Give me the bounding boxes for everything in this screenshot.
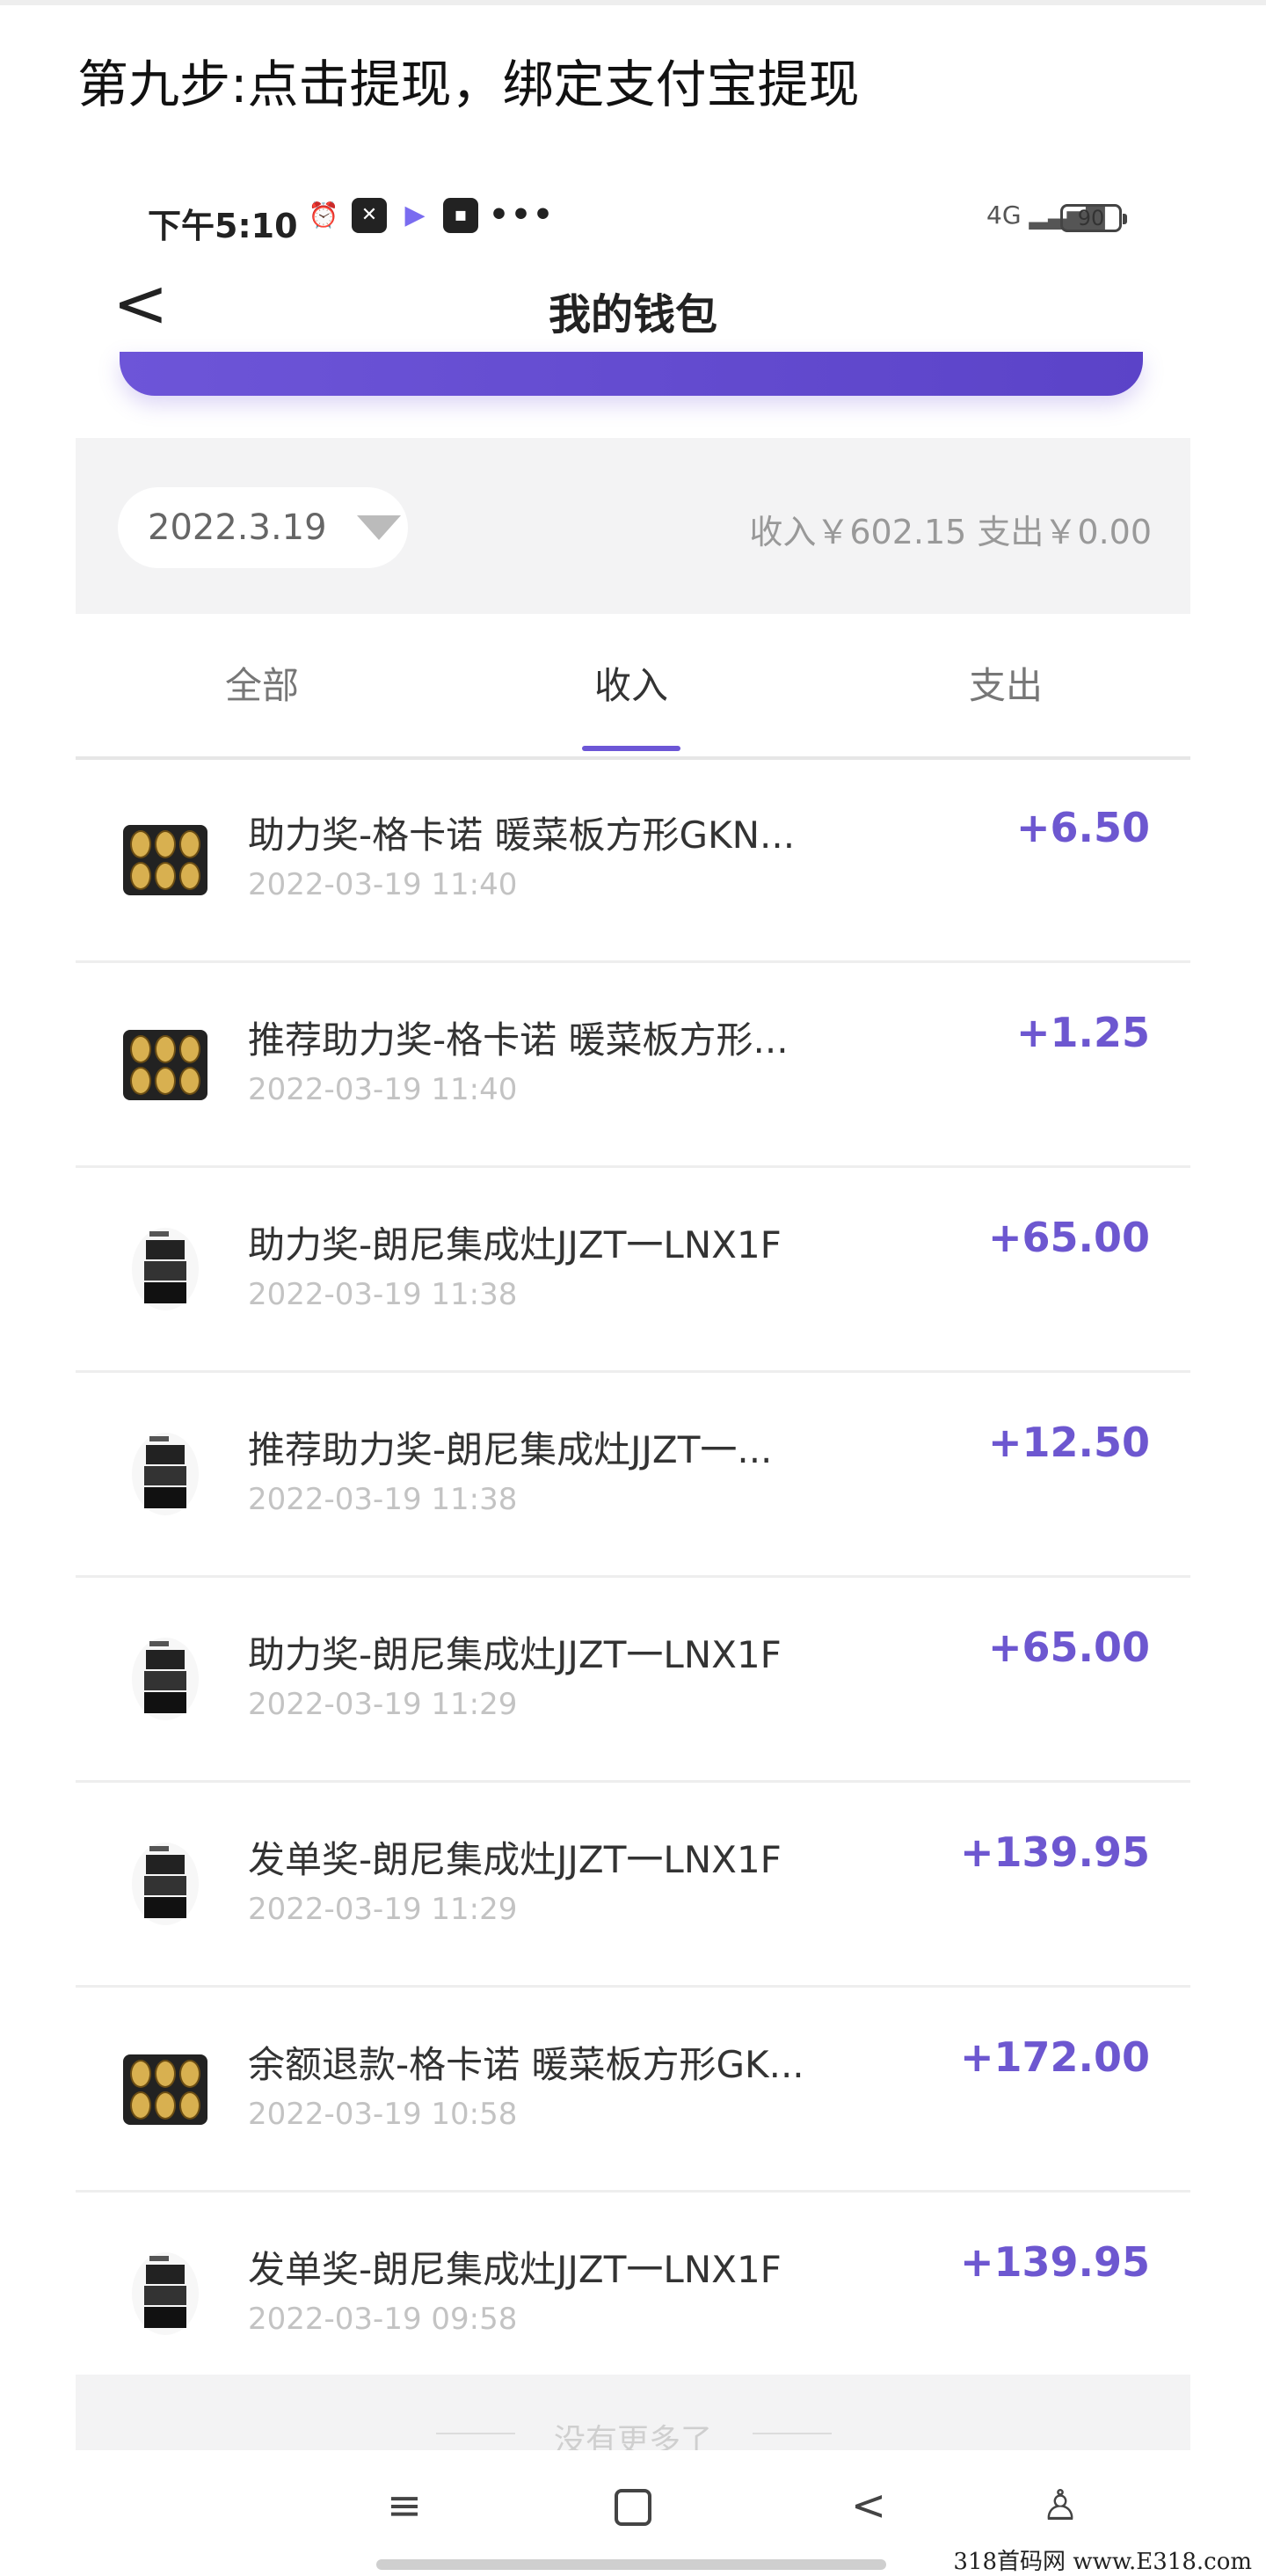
transaction-list: 助力奖-格卡诺 暖菜板方形GKN... 2022-03-19 11:40 +6.… <box>76 758 1190 2395</box>
transaction-time: 2022-03-19 11:38 <box>248 1482 518 1517</box>
transaction-amount: +65.00 <box>987 1624 1150 1671</box>
transaction-amount: +12.50 <box>987 1419 1150 1466</box>
stove-thumbnail <box>120 1427 211 1519</box>
transaction-time: 2022-03-19 10:58 <box>248 2097 518 2132</box>
transaction-row[interactable]: 助力奖-格卡诺 暖菜板方形GKN... 2022-03-19 11:40 +6.… <box>76 758 1190 963</box>
app2-icon: ▪ <box>443 197 478 233</box>
transaction-amount: +139.95 <box>959 2238 1150 2286</box>
battery-icon: 90 <box>1060 204 1127 232</box>
tab-expense[interactable]: 支出 <box>969 656 1043 710</box>
transaction-title: 推荐助力奖-格卡诺 暖菜板方形... <box>248 1018 789 1062</box>
home-icon <box>615 2489 651 2526</box>
warming-plate-thumbnail <box>120 1018 211 1109</box>
stove-thumbnail <box>120 2247 211 2339</box>
transaction-title: 助力奖-朗尼集成灶JJZT一LNX1F <box>248 1633 782 1676</box>
date-value: 2022.3.19 <box>148 507 327 548</box>
menu-icon[interactable]: ≡ <box>369 2475 440 2536</box>
alarm-icon: ⏰ <box>308 201 339 230</box>
dropdown-triangle-icon <box>356 515 401 540</box>
step-caption: 第九步:点击提现，绑定支付宝提现 <box>77 55 860 114</box>
income-expense-summary: 收入￥602.15 支出￥0.00 <box>749 513 1152 551</box>
transaction-row[interactable]: 余额退款-格卡诺 暖菜板方形GK... 2022-03-19 10:58 +17… <box>76 1988 1190 2193</box>
status-time: 下午5:10 <box>148 207 298 245</box>
transaction-title: 助力奖-朗尼集成灶JJZT一LNX1F <box>248 1223 782 1266</box>
end-of-list-bar: 没有更多了 <box>76 2375 1190 2459</box>
tab-income[interactable]: 收入 <box>594 656 668 710</box>
tab-bar: 全部 收入 支出 <box>76 614 1190 760</box>
transaction-row[interactable]: 助力奖-朗尼集成灶JJZT一LNX1F 2022-03-19 11:38 +65… <box>76 1168 1190 1373</box>
transaction-row[interactable]: 推荐助力奖-格卡诺 暖菜板方形... 2022-03-19 11:40 +1.2… <box>76 963 1190 1168</box>
transaction-title: 发单奖-朗尼集成灶JJZT一LNX1F <box>248 1838 782 1881</box>
transaction-title: 推荐助力奖-朗尼集成灶JJZT一... <box>248 1428 773 1471</box>
transaction-amount: +139.95 <box>959 1828 1150 1876</box>
tab-all[interactable]: 全部 <box>225 656 299 710</box>
gesture-bar[interactable] <box>376 2559 886 2570</box>
transaction-row[interactable]: 推荐助力奖-朗尼集成灶JJZT一... 2022-03-19 11:38 +12… <box>76 1373 1190 1578</box>
transaction-amount: +172.00 <box>959 2033 1150 2081</box>
status-icons: ⏰ ✕ ▶ ▪ ••• <box>306 197 555 233</box>
transaction-time: 2022-03-19 11:40 <box>248 1072 518 1107</box>
transaction-time: 2022-03-19 11:38 <box>248 1277 518 1312</box>
transaction-time: 2022-03-19 11:29 <box>248 1892 518 1927</box>
transaction-time: 2022-03-19 11:40 <box>248 867 518 902</box>
warming-plate-thumbnail <box>120 2042 211 2134</box>
watermark: 318首码网 www.E318.com <box>953 2549 1252 2575</box>
stove-thumbnail <box>120 1222 211 1314</box>
back-nav-icon[interactable]: < <box>833 2475 904 2536</box>
stove-thumbnail <box>120 1632 211 1724</box>
stove-thumbnail <box>120 1837 211 1929</box>
transaction-time: 2022-03-19 09:58 <box>248 2302 518 2337</box>
active-tab-indicator <box>582 746 680 751</box>
transaction-amount: +65.00 <box>987 1214 1150 1261</box>
filter-bar: 2022.3.19 收入￥602.15 支出￥0.00 <box>76 438 1190 614</box>
play-icon: ▶ <box>404 200 426 230</box>
transaction-amount: +6.50 <box>1015 804 1150 851</box>
transaction-title: 余额退款-格卡诺 暖菜板方形GK... <box>248 2043 804 2086</box>
transaction-amount: +1.25 <box>1015 1009 1150 1056</box>
wallet-card <box>120 352 1143 396</box>
transaction-title: 助力奖-格卡诺 暖菜板方形GKN... <box>248 814 796 857</box>
transaction-row[interactable]: 助力奖-朗尼集成灶JJZT一LNX1F 2022-03-19 11:29 +65… <box>76 1578 1190 1783</box>
date-picker[interactable]: 2022.3.19 <box>118 487 408 568</box>
app-icon: ✕ <box>352 197 387 233</box>
transaction-row[interactable]: 发单奖-朗尼集成灶JJZT一LNX1F 2022-03-19 09:58 +13… <box>76 2193 1190 2395</box>
transaction-title: 发单奖-朗尼集成灶JJZT一LNX1F <box>248 2248 782 2291</box>
transaction-row[interactable]: 发单奖-朗尼集成灶JJZT一LNX1F 2022-03-19 11:29 +13… <box>76 1783 1190 1988</box>
accessibility-icon[interactable]: ♙ <box>1025 2475 1095 2536</box>
home-button[interactable] <box>598 2475 668 2536</box>
warming-plate-thumbnail <box>120 813 211 904</box>
transaction-time: 2022-03-19 11:29 <box>248 1687 518 1722</box>
divider-line <box>753 2433 832 2434</box>
page-title: 我的钱包 <box>548 290 717 339</box>
more-notifications-icon: ••• <box>489 197 556 233</box>
top-border <box>0 0 1266 5</box>
